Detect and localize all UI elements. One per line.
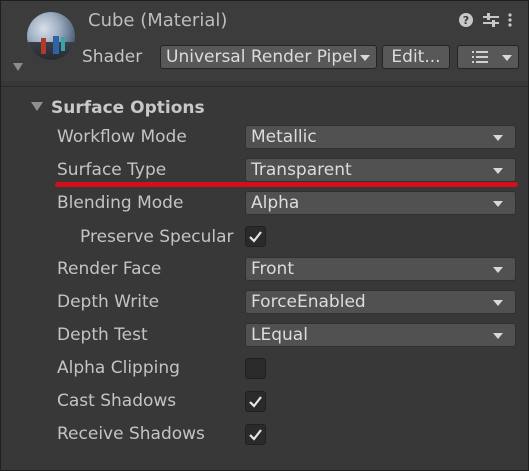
help-icon[interactable]: ? [458, 12, 474, 32]
chevron-down-icon [493, 300, 503, 306]
more-vert-icon[interactable] [507, 12, 513, 32]
chevron-down-icon [502, 55, 512, 61]
depth-test-dropdown[interactable]: LEqual [245, 323, 516, 347]
blending-mode-label: Blending Mode [57, 193, 184, 213]
blending-mode-value: Alpha [251, 193, 300, 213]
surface-type-label: Surface Type [57, 160, 167, 180]
chevron-down-icon [493, 267, 503, 273]
chevron-down-icon [493, 135, 503, 141]
alpha-clipping-checkbox[interactable] [245, 358, 266, 379]
blending-mode-dropdown[interactable]: Alpha [245, 191, 516, 215]
depth-test-value: LEqual [251, 325, 308, 345]
surface-type-value: Transparent [251, 160, 352, 180]
chevron-down-icon [493, 168, 503, 174]
workflow-mode-value: Metallic [251, 127, 317, 147]
edit-shader-button[interactable]: Edit... [382, 45, 450, 69]
section-foldout-icon[interactable] [31, 102, 43, 111]
svg-text:?: ? [463, 14, 469, 27]
cast-shadows-checkbox[interactable] [245, 391, 266, 412]
section-title[interactable]: Surface Options [51, 98, 205, 118]
render-face-value: Front [251, 259, 294, 279]
chevron-down-icon [493, 333, 503, 339]
checkmark-icon [249, 396, 262, 408]
receive-shadows-label: Receive Shadows [57, 424, 205, 444]
surface-type-dropdown[interactable]: Transparent [245, 158, 516, 182]
depth-write-value: ForceEnabled [251, 292, 366, 312]
material-header: Cube (Material) ? Shader Universal Rende… [1, 1, 528, 81]
chevron-down-icon [360, 55, 370, 61]
checkmark-icon [249, 231, 262, 243]
preserve-specular-label: Preserve Specular [80, 227, 234, 247]
highlight-underline [55, 182, 518, 187]
chevron-down-icon [493, 201, 503, 207]
list-menu-icon [472, 50, 488, 64]
preset-sliders-icon[interactable] [482, 12, 500, 32]
alpha-clipping-label: Alpha Clipping [57, 358, 180, 378]
depth-write-label: Depth Write [57, 292, 160, 312]
cast-shadows-label: Cast Shadows [57, 391, 177, 411]
render-face-dropdown[interactable]: Front [245, 257, 516, 281]
header-divider [1, 86, 528, 87]
depth-test-label: Depth Test [57, 325, 148, 345]
shader-dropdown[interactable]: Universal Render Pipeline/Lit [160, 45, 377, 69]
shader-label: Shader [82, 47, 143, 67]
depth-write-dropdown[interactable]: ForceEnabled [245, 290, 516, 314]
preserve-specular-checkbox[interactable] [245, 226, 266, 247]
material-preview-thumbnail[interactable] [27, 12, 75, 60]
workflow-mode-dropdown[interactable]: Metallic [245, 125, 516, 149]
render-face-label: Render Face [57, 259, 162, 279]
receive-shadows-checkbox[interactable] [245, 424, 266, 445]
checkmark-icon [249, 429, 262, 441]
shader-menu-button[interactable] [457, 45, 519, 69]
workflow-mode-label: Workflow Mode [57, 127, 187, 147]
material-title: Cube (Material) [88, 10, 228, 31]
shader-value: Universal Render Pipeline/Lit [166, 47, 356, 67]
collapse-caret-icon[interactable] [13, 63, 23, 71]
